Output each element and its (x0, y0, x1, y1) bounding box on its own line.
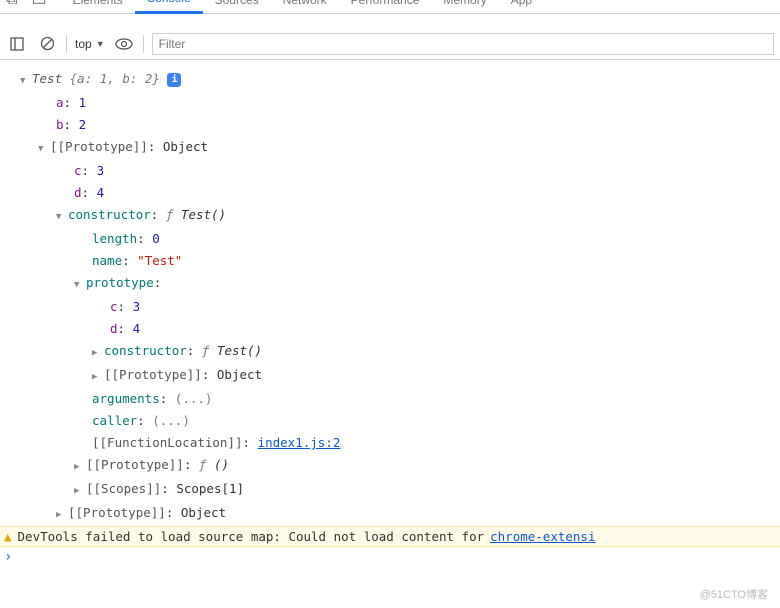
filter-input[interactable] (152, 33, 774, 55)
warning-icon: ▲ (4, 529, 12, 544)
prop-length[interactable]: length: 0 (20, 228, 776, 250)
console-prompt[interactable]: › (0, 547, 780, 571)
context-selector[interactable]: top ▼ (75, 37, 105, 51)
expand-icon[interactable] (74, 454, 86, 478)
func-prototype[interactable]: [[Prototype]]: ƒ () (20, 454, 776, 478)
expand-icon[interactable] (38, 136, 50, 160)
inspect-icon[interactable]: ⧉ (6, 0, 17, 9)
scopes[interactable]: [[Scopes]]: Scopes[1] (20, 478, 776, 502)
tab-memory[interactable]: Memory (431, 0, 498, 13)
expand-icon[interactable] (74, 478, 86, 502)
device-icon[interactable]: ▭ (31, 0, 46, 10)
context-label: top (75, 37, 92, 51)
prop-name[interactable]: name: "Test" (20, 250, 776, 272)
clear-console-icon[interactable] (36, 33, 58, 55)
watermark: @51CTO博客 (700, 586, 768, 602)
tab-console[interactable]: Console (135, 0, 203, 14)
constructor[interactable]: constructor: ƒ Test() (20, 204, 776, 228)
expand-icon[interactable] (56, 502, 68, 526)
separator (66, 35, 67, 53)
prop-a[interactable]: a: 1 (20, 92, 776, 114)
prototype-key[interactable]: prototype: (20, 272, 776, 296)
filter-wrap (152, 33, 774, 55)
proto-prototype[interactable]: [[Prototype]]: Object (20, 364, 776, 388)
separator (143, 35, 144, 53)
warning-link[interactable]: chrome-extensi (490, 529, 595, 544)
prototype-last[interactable]: [[Prototype]]: Object (20, 502, 776, 526)
object-header[interactable]: Test {a: 1, b: 2} i (20, 68, 776, 92)
console-toolbar: top ▼ (0, 28, 780, 60)
tab-bar: ⧉ ▭ Elements Console Sources Network Per… (0, 0, 780, 14)
arguments[interactable]: arguments: (...) (20, 388, 776, 410)
prototype[interactable]: [[Prototype]]: Object (20, 136, 776, 160)
expand-icon[interactable] (92, 364, 104, 388)
tab-network[interactable]: Network (271, 0, 339, 13)
expand-icon[interactable] (74, 272, 86, 296)
info-icon[interactable]: i (167, 73, 181, 87)
tab-performance[interactable]: Performance (339, 0, 432, 13)
prop-b[interactable]: b: 2 (20, 114, 776, 136)
expand-icon[interactable] (20, 68, 32, 92)
expand-icon[interactable] (92, 340, 104, 364)
tab-sources[interactable]: Sources (203, 0, 271, 13)
tab-app[interactable]: App (499, 0, 544, 13)
prop-d[interactable]: d: 4 (20, 182, 776, 204)
warning-row: ▲ DevTools failed to load source map: Co… (0, 526, 780, 547)
proto-constructor[interactable]: constructor: ƒ Test() (20, 340, 776, 364)
proto-d[interactable]: d: 4 (20, 318, 776, 340)
source-link[interactable]: index1.js:2 (258, 435, 341, 450)
sidebar-toggle-icon[interactable] (6, 33, 28, 55)
function-location[interactable]: [[FunctionLocation]]: index1.js:2 (20, 432, 776, 454)
live-expression-icon[interactable] (113, 33, 135, 55)
warning-text: DevTools failed to load source map: Coul… (18, 529, 485, 544)
prop-c[interactable]: c: 3 (20, 160, 776, 182)
chevron-down-icon: ▼ (96, 39, 105, 49)
tab-elements[interactable]: Elements (61, 0, 135, 13)
caller[interactable]: caller: (...) (20, 410, 776, 432)
console-output: Test {a: 1, b: 2} i a: 1 b: 2 [[Prototyp… (0, 60, 780, 526)
proto-c[interactable]: c: 3 (20, 296, 776, 318)
expand-icon[interactable] (56, 204, 68, 228)
